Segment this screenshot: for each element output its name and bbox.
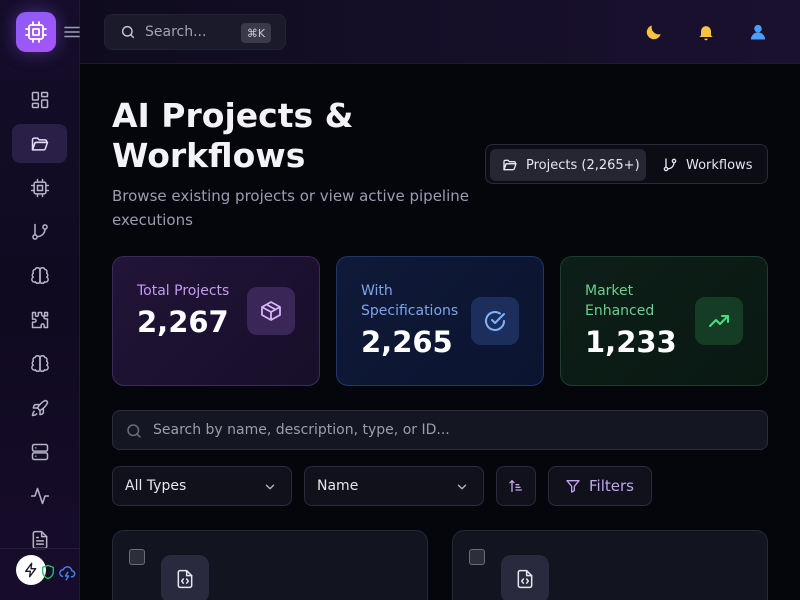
brain-icon [30, 266, 49, 284]
sidebar-item-dashboard[interactable] [12, 80, 67, 119]
stat-icon-container [471, 297, 519, 345]
folder-open-icon [31, 136, 48, 151]
global-search-placeholder: Search... [145, 24, 207, 40]
stat-value: 2,267 [137, 305, 229, 339]
stat-value: 1,233 [585, 325, 677, 359]
bolt-icon [25, 562, 37, 578]
server-icon [31, 443, 48, 460]
type-filter-select[interactable]: All Types [112, 466, 292, 506]
search-shortcut-badge: ⌘K [241, 23, 271, 43]
sidebar-item-monitoring[interactable] [12, 476, 67, 515]
activity-icon [30, 487, 49, 504]
sidebar [0, 0, 80, 600]
menu-icon [64, 26, 80, 38]
cpu-icon [30, 178, 49, 197]
bell-icon [699, 26, 713, 41]
sort-direction-button[interactable] [496, 466, 536, 506]
tab-workflows[interactable]: Workflows [654, 149, 762, 181]
stat-card-total-projects: Total Projects 2,267 [112, 256, 320, 386]
filters-button[interactable]: Filters [548, 466, 652, 506]
sidebar-item-agents[interactable] [12, 344, 67, 383]
sort-by-value: Name [317, 478, 359, 494]
chevron-down-icon [457, 484, 467, 490]
shield-icon [42, 564, 54, 580]
folder-open-icon [503, 159, 517, 171]
project-card[interactable] [452, 530, 768, 600]
stat-label: Market Enhanced [585, 283, 655, 319]
stat-card-market-enhanced: Market Enhanced 1,233 [560, 256, 768, 386]
file-text-icon [32, 530, 47, 549]
sidebar-item-projects[interactable] [12, 124, 67, 163]
git-branch-icon [663, 158, 677, 172]
type-filter-value: All Types [125, 478, 187, 494]
page-title: AI Projects & Workflows [112, 96, 354, 175]
file-code-icon [517, 569, 533, 589]
file-code-icon [177, 569, 193, 589]
project-search-placeholder: Search by name, description, type, or ID… [153, 422, 450, 438]
sidebar-item-models[interactable] [12, 168, 67, 207]
search-icon [127, 424, 141, 438]
check-circle-icon [485, 311, 505, 331]
sort-by-select[interactable]: Name [304, 466, 484, 506]
sidebar-item-integrations[interactable] [12, 300, 67, 339]
brain-icon [30, 354, 49, 372]
stat-icon-container [247, 287, 295, 335]
box-icon [261, 301, 281, 321]
project-type-icon-container [161, 555, 209, 600]
git-branch-icon [31, 223, 48, 240]
moon-icon [646, 25, 661, 40]
sidebar-footer [0, 548, 80, 600]
stat-label: With Specifications [361, 283, 459, 319]
sidebar-item-infrastructure[interactable] [12, 432, 67, 471]
user-menu-button[interactable] [748, 22, 768, 42]
cpu-icon [25, 21, 47, 43]
app-logo[interactable] [16, 12, 56, 52]
project-select-checkbox[interactable] [469, 549, 485, 565]
sidebar-item-deployments[interactable] [12, 388, 67, 427]
chevron-down-icon [265, 484, 275, 490]
sort-ascending-icon [509, 480, 522, 492]
filters-label: Filters [589, 477, 634, 495]
project-card[interactable] [112, 530, 428, 600]
project-type-icon-container [501, 555, 549, 600]
theme-toggle-button[interactable] [644, 22, 664, 42]
user-icon [750, 24, 766, 40]
puzzle-icon [31, 311, 48, 328]
stat-label: Total Projects [137, 283, 230, 299]
view-toggle: Projects (2,265+) Workflows [485, 144, 768, 184]
notifications-button[interactable] [696, 22, 716, 42]
tab-projects-label: Projects (2,265+) [526, 157, 640, 173]
tab-projects[interactable]: Projects (2,265+) [490, 149, 646, 181]
main-content: AI Projects & Workflows Browse existing … [80, 64, 800, 600]
tab-workflows-label: Workflows [686, 157, 753, 173]
stat-card-with-specifications: With Specifications 2,265 [336, 256, 544, 386]
sidebar-toggle-button[interactable] [64, 24, 80, 40]
rocket-icon [31, 399, 48, 416]
top-bar: Search... ⌘K [80, 0, 800, 64]
stat-value: 2,265 [361, 325, 453, 359]
trending-up-icon [709, 315, 729, 327]
filter-icon [566, 480, 580, 493]
stat-icon-container [695, 297, 743, 345]
sidebar-item-workflows[interactable] [12, 212, 67, 251]
dashboard-icon [31, 91, 48, 108]
page-subtitle: Browse existing projects or view active … [112, 187, 469, 229]
project-select-checkbox[interactable] [129, 549, 145, 565]
cloud-lightning-icon [59, 566, 76, 581]
global-search-input[interactable]: Search... ⌘K [104, 14, 286, 50]
sidebar-item-intelligence[interactable] [12, 256, 67, 295]
search-icon [121, 25, 135, 39]
project-search-input[interactable]: Search by name, description, type, or ID… [112, 410, 768, 450]
